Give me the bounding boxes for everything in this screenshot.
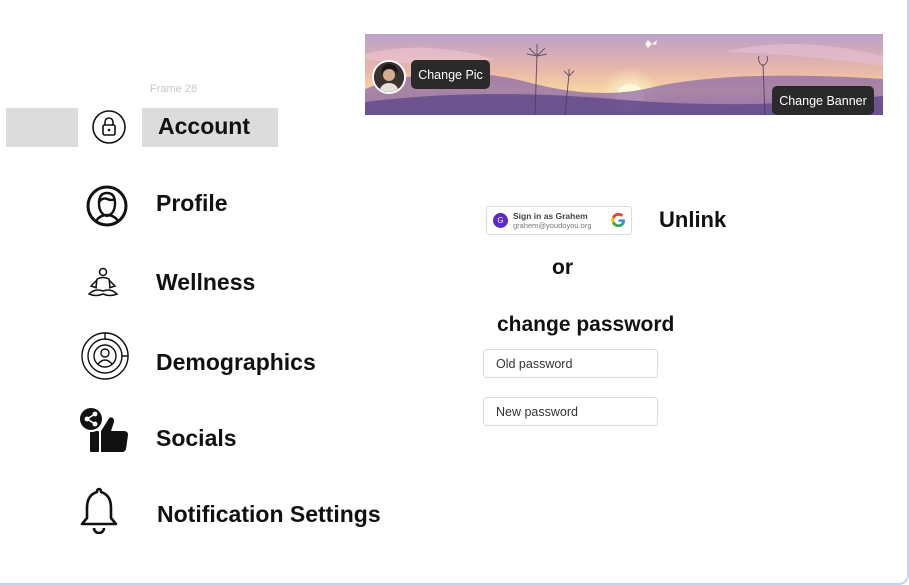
frame-label: Frame 28 [150,83,198,95]
change-banner-button[interactable]: Change Banner [772,86,874,115]
demographics-chart-icon [80,331,130,386]
sidebar-selection-marker [6,108,78,147]
sidebar-item-label: Account [158,113,250,139]
new-password-field[interactable] [483,397,658,426]
profile-face-icon [86,185,128,232]
unlink-button[interactable]: Unlink [659,207,726,233]
google-avatar: G [493,213,508,228]
share-thumbs-up-icon [78,406,130,459]
meditation-icon [86,266,120,305]
change-password-heading: change password [497,313,675,336]
lock-icon [91,109,127,150]
sidebar-item-label: Socials [156,425,237,451]
google-sign-in-text: Sign in as Grahem [513,211,588,221]
old-password-field[interactable] [483,349,658,378]
change-pic-button[interactable]: Change Pic [411,60,490,89]
sidebar-item-label: Notification Settings [157,501,381,527]
sidebar-item-label: Profile [156,190,228,216]
or-divider-text: or [552,256,573,279]
avatar[interactable] [372,60,406,94]
sidebar-item-label: Demographics [156,349,316,375]
google-email: grahem@youdoyou.org [513,221,592,230]
google-logo-icon [611,212,626,233]
google-account-chip[interactable]: G Sign in as Grahem grahem@youdoyou.org [486,206,632,235]
sidebar-item-label: Wellness [156,269,256,295]
bell-icon [78,486,120,539]
